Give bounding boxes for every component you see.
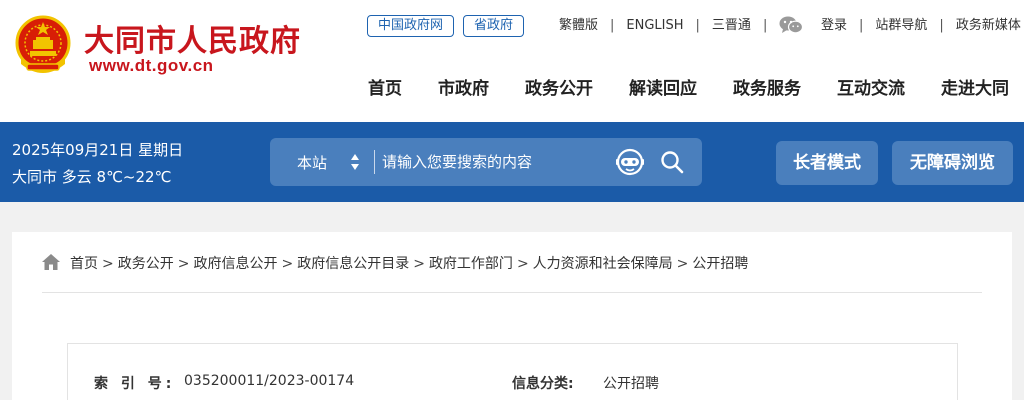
province-gov-link[interactable]: 省政府 — [463, 15, 524, 37]
robot-assistant-icon[interactable] — [615, 147, 645, 177]
breadcrumb-separator: > — [516, 256, 529, 272]
login-link[interactable]: 登录 — [821, 18, 847, 33]
info-category-label: 信息分类: — [512, 376, 574, 392]
breadcrumb-separator: > — [177, 256, 190, 272]
index-number-value: 035200011/2023-00174 — [184, 373, 355, 389]
breadcrumb-hrss-bureau[interactable]: 人力资源和社会保障局 — [533, 256, 673, 272]
breadcrumb-separator: > — [281, 256, 294, 272]
nav-city-government[interactable]: 市政府 — [438, 74, 489, 99]
current-date: 2025年09月21日 星期日 — [12, 141, 184, 159]
search-divider — [374, 150, 375, 174]
breadcrumb-departments[interactable]: 政府工作部门 — [429, 256, 513, 272]
separator: | — [610, 18, 615, 33]
breadcrumb-info-disclosure[interactable]: 政府信息公开 — [193, 256, 277, 272]
nav-home[interactable]: 首页 — [368, 74, 402, 99]
scope-toggle-icon[interactable] — [350, 153, 360, 171]
document-info-table: 索 引 号: 035200011/2023-00174 信息分类: 公开招聘 — [67, 343, 958, 400]
traditional-chinese-link[interactable]: 繁體版 — [559, 18, 598, 33]
breadcrumb-separator: > — [413, 256, 425, 272]
utility-bar: 2025年09月21日 星期日 大同市 多云 8℃~22℃ 本站 长者模式 无障… — [0, 122, 1024, 202]
wechat-icon[interactable] — [779, 16, 804, 34]
breadcrumb-separator: > — [676, 256, 689, 272]
elder-mode-button[interactable]: 长者模式 — [776, 141, 878, 185]
breadcrumb-home[interactable]: 首页 — [70, 256, 98, 272]
info-category-value: 公开招聘 — [603, 376, 659, 392]
nav-about-datong[interactable]: 走进大同 — [941, 74, 1009, 99]
new-media-link[interactable]: 政务新媒体 — [956, 18, 1021, 33]
nav-government-affairs-open[interactable]: 政务公开 — [525, 74, 593, 99]
divider — [42, 292, 982, 293]
weather-info: 大同市 多云 8℃~22℃ — [12, 168, 172, 186]
separator: | — [939, 18, 944, 33]
nav-interpretation[interactable]: 解读回应 — [629, 74, 697, 99]
breadcrumb-separator: > — [102, 256, 114, 272]
search-scope-select[interactable]: 本站 — [297, 152, 327, 173]
breadcrumb-recruitment[interactable]: 公开招聘 — [692, 256, 748, 272]
accessible-browsing-button[interactable]: 无障碍浏览 — [892, 141, 1013, 185]
breadcrumb-gov-affairs[interactable]: 政务公开 — [118, 256, 174, 272]
search-input[interactable] — [382, 148, 597, 176]
national-emblem-logo[interactable] — [13, 14, 73, 76]
separator: | — [695, 18, 700, 33]
home-icon[interactable] — [42, 254, 60, 270]
site-url[interactable]: www.dt.gov.cn — [89, 56, 214, 76]
breadcrumb-disclosure-catalog[interactable]: 政府信息公开目录 — [297, 256, 409, 272]
content-panel: 首页 > 政务公开 > 政府信息公开 > 政府信息公开目录 > 政府工作部门 > 人力资源和社会保障… — [12, 232, 1012, 400]
search-box: 本站 — [270, 138, 702, 186]
site-title[interactable]: 大同市人民政府 — [84, 16, 301, 60]
top-links-left: 繁體版 | ENGLISH | 三晋通 | — [559, 16, 804, 36]
top-links-right: 登录 | 站群导航 | 政务新媒体 — [821, 16, 1021, 36]
separator: | — [859, 18, 864, 33]
separator: | — [762, 18, 768, 33]
gov-cn-link[interactable]: 中国政府网 — [367, 15, 454, 37]
site-header: 大同市人民政府 www.dt.gov.cn 中国政府网 省政府 繁體版 | ENGL… — [0, 0, 1024, 122]
index-number-label: 索 引 号: — [94, 376, 176, 392]
nav-government-services[interactable]: 政务服务 — [733, 74, 801, 99]
breadcrumb: 首页 > 政务公开 > 政府信息公开 > 政府信息公开目录 > 政府工作部门 > 人力资源和社会保障… — [42, 254, 748, 274]
sanjintong-link[interactable]: 三晋通 — [712, 18, 751, 33]
nav-interaction[interactable]: 互动交流 — [837, 74, 905, 99]
search-icon[interactable] — [660, 150, 684, 174]
site-group-nav-link[interactable]: 站群导航 — [875, 18, 927, 33]
english-link[interactable]: ENGLISH — [626, 18, 683, 33]
